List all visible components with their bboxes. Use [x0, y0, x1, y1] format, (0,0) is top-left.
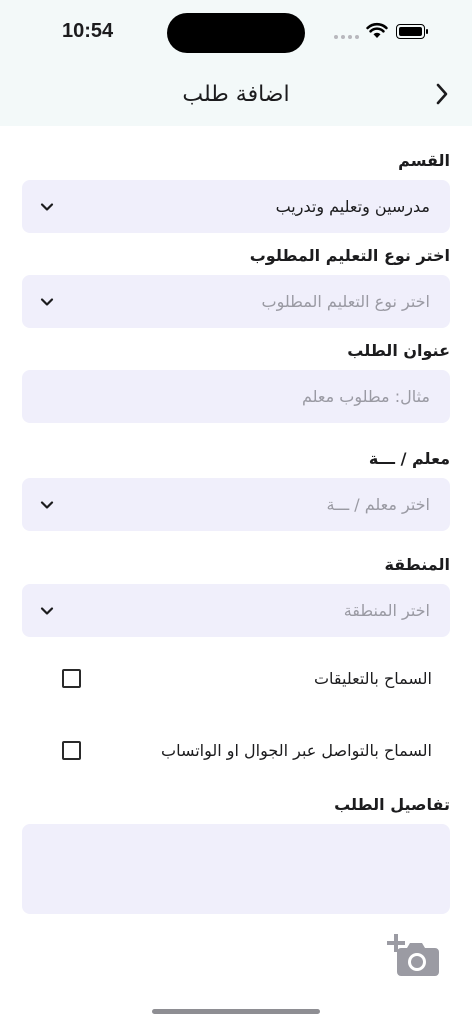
allow-comments-label: السماح بالتعليقات: [313, 669, 432, 688]
allow-contact-label: السماح بالتواصل عبر الجوال او الواتساب: [161, 741, 432, 760]
region-select[interactable]: اختر المنطقة: [22, 584, 450, 637]
allow-comments-row: السماح بالتعليقات: [22, 665, 450, 695]
section-label: القسم: [398, 151, 450, 170]
region-placeholder: اختر المنطقة: [343, 601, 430, 620]
battery-icon: [396, 24, 428, 39]
home-indicator: [152, 1009, 320, 1014]
chevron-down-icon: [40, 298, 54, 306]
allow-comments-checkbox[interactable]: [62, 669, 81, 688]
details-textarea[interactable]: [22, 824, 450, 914]
navigation-bar: اضافة طلب: [0, 62, 472, 126]
details-label: تفاصيل الطلب: [334, 795, 450, 814]
request-title-label: عنوان الطلب: [347, 341, 450, 360]
chevron-down-icon: [40, 607, 54, 615]
status-time: 10:54: [62, 20, 114, 42]
chevron-down-icon: [40, 501, 54, 509]
section-value: مدرسين وتعليم وتدريب: [275, 197, 430, 216]
wifi-icon: [366, 22, 388, 38]
add-photo-button[interactable]: [386, 934, 440, 978]
section-select[interactable]: مدرسين وتعليم وتدريب: [22, 180, 450, 233]
allow-contact-checkbox[interactable]: [62, 741, 81, 760]
cellular-signal-icon: [334, 35, 359, 39]
teacher-placeholder: اختر معلم / ـــة: [326, 495, 430, 514]
chevron-down-icon: [40, 203, 54, 211]
back-button[interactable]: [428, 80, 456, 108]
page-title: اضافة طلب: [182, 82, 290, 107]
chevron-right-icon: [436, 83, 448, 105]
dynamic-island: [167, 13, 305, 53]
education-type-placeholder: اختر نوع التعليم المطلوب: [261, 292, 430, 311]
education-type-label: اختر نوع التعليم المطلوب: [249, 246, 450, 265]
request-title-input[interactable]: مثال: مطلوب معلم: [22, 370, 450, 423]
education-type-select[interactable]: اختر نوع التعليم المطلوب: [22, 275, 450, 328]
status-bar: 10:54: [0, 0, 472, 62]
teacher-select[interactable]: اختر معلم / ـــة: [22, 478, 450, 531]
region-label: المنطقة: [384, 555, 450, 574]
request-title-placeholder: مثال: مطلوب معلم: [301, 387, 430, 406]
add-photo-camera-icon: [387, 934, 439, 976]
allow-contact-row: السماح بالتواصل عبر الجوال او الواتساب: [22, 737, 450, 767]
teacher-label: معلم / ـــة: [368, 449, 450, 468]
